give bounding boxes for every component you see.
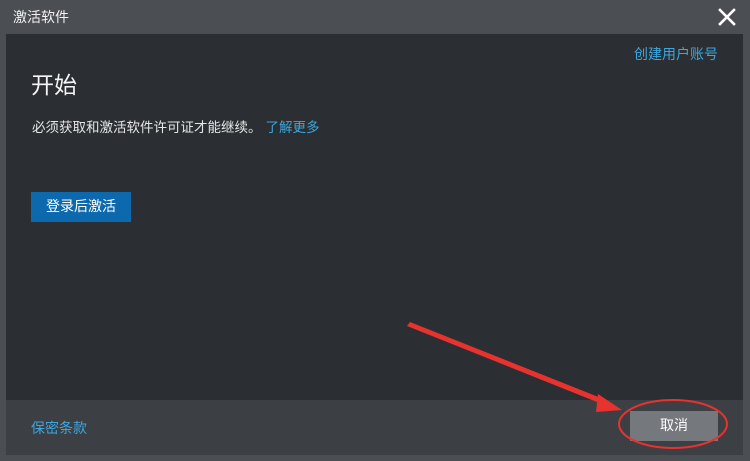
main-panel: 创建用户账号 开始 必须获取和激活软件许可证才能继续。 了解更多 登录后激活: [6, 34, 743, 400]
learn-more-link[interactable]: 了解更多: [266, 120, 320, 136]
close-icon: [718, 8, 736, 26]
close-button[interactable]: [716, 6, 738, 28]
cancel-button[interactable]: 取消: [630, 411, 718, 441]
create-account-link[interactable]: 创建用户账号: [634, 44, 718, 64]
privacy-link[interactable]: 保密条款: [31, 418, 87, 438]
page-title: 开始: [31, 73, 77, 99]
description-message: 必须获取和激活软件许可证才能继续。: [32, 120, 262, 136]
window-title: 激活软件: [13, 10, 69, 26]
description-text: 必须获取和激活软件许可证才能继续。 了解更多: [32, 119, 320, 137]
signin-activate-button[interactable]: 登录后激活: [31, 192, 131, 222]
activation-dialog: 激活软件 创建用户账号 开始 必须获取和激活软件许可证才能继续。 了解更多 登录后…: [0, 0, 750, 461]
title-bar: 激活软件: [0, 0, 750, 34]
footer-bar: 保密条款 取消: [6, 400, 743, 455]
